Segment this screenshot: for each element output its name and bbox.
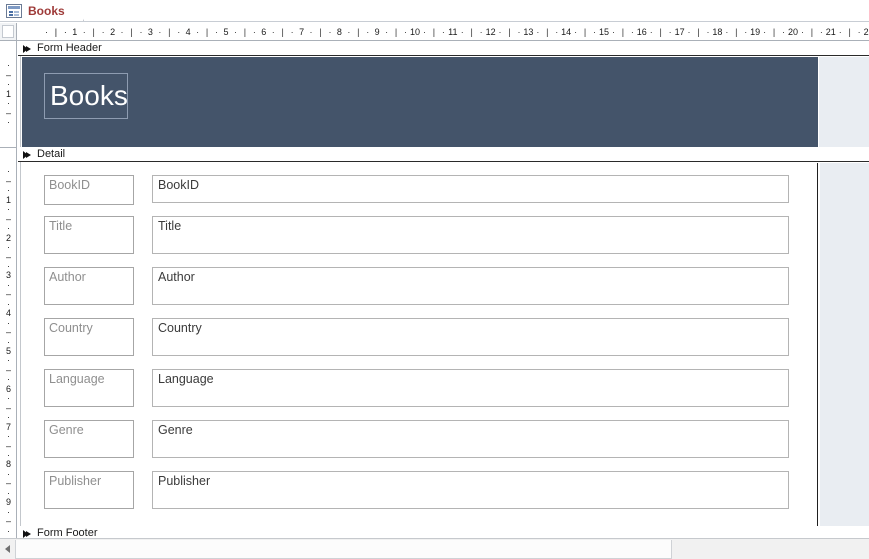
section-header-form-footer[interactable]: Form Footer xyxy=(18,526,869,538)
horizontal-scrollbar[interactable] xyxy=(0,538,869,559)
tab-books-label: Books xyxy=(28,3,65,18)
field-textbox-bookid[interactable]: BookID xyxy=(152,175,789,203)
vruler-minor-tick: · xyxy=(7,468,10,479)
vruler-minor-tick: · xyxy=(7,79,10,90)
vruler-minor-tick: · xyxy=(7,279,10,290)
vruler-section-divider xyxy=(0,147,16,148)
form-header-section[interactable]: Books xyxy=(22,57,869,147)
vruler-minor-tick: · xyxy=(7,355,10,366)
form-design-canvas[interactable]: Form Header Books Detail BookID BookID Tit… xyxy=(18,41,869,538)
vruler-minor-tick: · xyxy=(7,166,10,177)
vruler-minor-tick: – xyxy=(5,251,11,262)
scroll-left-arrow-icon[interactable] xyxy=(0,539,14,559)
vruler-minor-tick: · xyxy=(7,317,10,328)
header-banner[interactable] xyxy=(22,57,818,147)
field-textbox-publisher[interactable]: Publisher xyxy=(152,471,789,509)
field-label-country[interactable]: Country xyxy=(44,318,134,356)
header-right-gutter xyxy=(818,57,869,147)
field-textbox-genre[interactable]: Genre xyxy=(152,420,789,458)
tab-books[interactable]: Books xyxy=(0,0,92,21)
field-textbox-language[interactable]: Language xyxy=(152,369,789,407)
collapse-arrow-icon[interactable] xyxy=(22,149,33,160)
ruler-corner-box[interactable] xyxy=(0,23,17,41)
vruler-minor-tick: – xyxy=(5,440,11,451)
vruler-tick-6: 6 xyxy=(5,383,11,394)
vruler-minor-tick: · xyxy=(7,449,10,460)
vruler-minor-tick: · xyxy=(7,525,10,536)
form-design-icon xyxy=(6,3,22,18)
vruler-tick-5: 5 xyxy=(5,346,11,356)
vruler-tick-7: 7 xyxy=(5,421,11,432)
vruler-minor-tick: · xyxy=(7,412,10,423)
vruler-minor-tick: – xyxy=(5,107,11,118)
section-header-form-header-label: Form Header xyxy=(37,42,102,54)
vertical-ruler[interactable]: 1 · – · · – · 1 · – · 2 · – · 3 · – · 4 · – · 5 · – · 6 · – · 7 · – · 8 · – · 9… xyxy=(0,41,17,538)
vruler-minor-tick: · xyxy=(7,60,10,71)
vruler-minor-tick: · xyxy=(7,223,10,234)
field-textbox-country[interactable]: Country xyxy=(152,318,789,356)
vruler-tick-2: 2 xyxy=(5,232,11,243)
vruler-minor-tick: · xyxy=(7,260,10,271)
vruler-minor-tick: – xyxy=(5,69,11,80)
vruler-minor-tick: · xyxy=(7,117,10,128)
vruler-minor-tick: – xyxy=(5,175,11,186)
vruler-minor-tick: – xyxy=(5,402,11,413)
field-label-genre[interactable]: Genre xyxy=(44,420,134,458)
form-title-label[interactable]: Books xyxy=(44,73,128,119)
vruler-minor-tick: – xyxy=(5,478,11,489)
vruler-minor-tick: · xyxy=(7,374,10,385)
vruler-tick-3: 3 xyxy=(5,270,11,281)
vruler-tick-4: 4 xyxy=(5,308,11,319)
section-header-detail[interactable]: Detail xyxy=(18,147,869,162)
field-textbox-title[interactable]: Title xyxy=(152,216,789,254)
vruler-minor-tick: · xyxy=(7,431,10,442)
field-label-title[interactable]: Title xyxy=(44,216,134,254)
field-label-bookid[interactable]: BookID xyxy=(44,175,134,205)
field-label-author[interactable]: Author xyxy=(44,267,134,305)
form-selector-box[interactable] xyxy=(2,25,14,38)
vruler-tick-8: 8 xyxy=(5,459,11,470)
vruler-minor-tick: · xyxy=(7,506,10,517)
vruler-minor-tick: · xyxy=(7,242,10,253)
vruler-minor-tick: · xyxy=(7,98,10,109)
section-header-detail-label: Detail xyxy=(37,148,66,160)
vruler-minor-tick: · xyxy=(7,204,10,215)
horizontal-scrollbar-track[interactable] xyxy=(673,540,869,559)
vruler-minor-tick: – xyxy=(5,327,11,338)
vruler-tick-9: 9 xyxy=(5,497,11,508)
hruler-tick-22: 22 xyxy=(863,27,869,37)
vruler-minor-tick: · xyxy=(7,393,10,404)
vruler-minor-tick: – xyxy=(5,213,11,224)
field-label-publisher[interactable]: Publisher xyxy=(44,471,134,509)
detail-section[interactable]: BookID BookID Title Title Author Author Countr… xyxy=(22,163,869,526)
hruler-minor-tick: · xyxy=(63,27,67,37)
section-header-form-footer-label: Form Footer xyxy=(37,527,98,538)
vruler-tick-1: 1 xyxy=(5,88,11,99)
vruler-minor-tick: · xyxy=(7,185,10,196)
detail-right-gutter xyxy=(819,163,869,526)
field-label-language[interactable]: Language xyxy=(44,369,134,407)
vruler-minor-tick: · xyxy=(7,298,10,309)
horizontal-ruler[interactable]: 1 · | · 2 · | · 3 · | · 4 · | · 5 · | · 6 · | · 7 · | · 8 · | · 9 · | · 10 · |… xyxy=(17,23,869,41)
vruler-minor-tick: – xyxy=(5,289,11,300)
collapse-arrow-icon[interactable] xyxy=(22,43,33,54)
canvas-left-margin xyxy=(18,41,21,538)
collapse-arrow-icon[interactable] xyxy=(22,528,33,539)
vruler-minor-tick: – xyxy=(5,516,11,527)
field-textbox-author[interactable]: Author xyxy=(152,267,789,305)
section-header-form-header[interactable]: Form Header xyxy=(18,41,869,56)
horizontal-scrollbar-thumb[interactable] xyxy=(15,540,672,559)
vruler-minor-tick: · xyxy=(7,336,10,347)
vruler-tick-1: 1 xyxy=(5,194,11,205)
vruler-minor-tick: · xyxy=(7,487,10,498)
vruler-minor-tick: – xyxy=(5,364,11,375)
document-tab-bar: Books xyxy=(0,0,869,22)
